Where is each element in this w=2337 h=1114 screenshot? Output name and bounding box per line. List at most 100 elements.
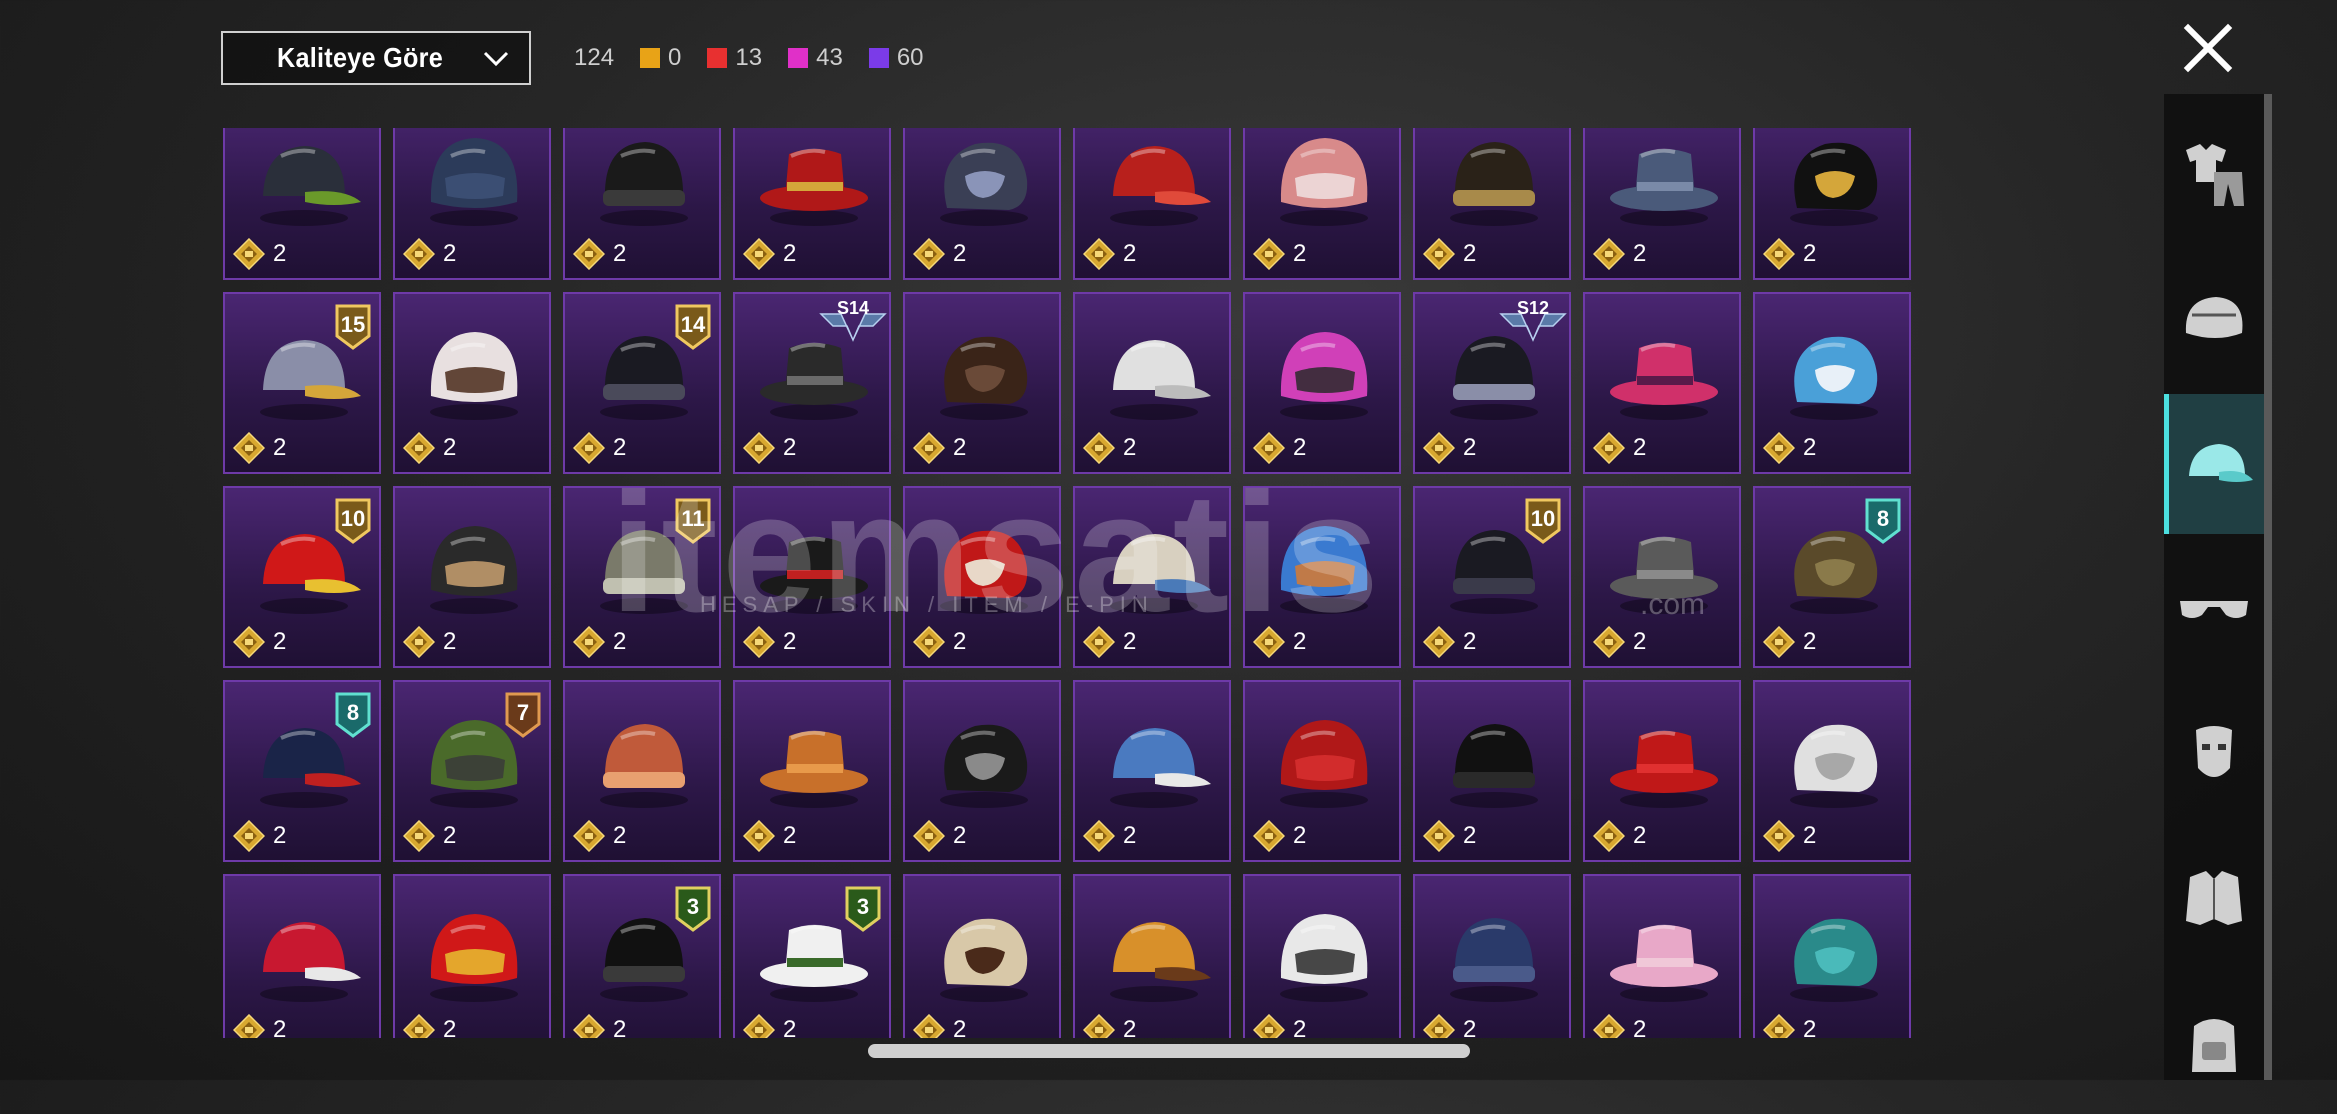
bp-coin-icon — [1763, 432, 1795, 464]
inventory-item[interactable]: 2 — [1073, 292, 1231, 474]
item-quantity: 2 — [913, 238, 966, 270]
inventory-item[interactable]: 10 2 — [1413, 486, 1571, 668]
item-quantity-value: 2 — [783, 434, 797, 461]
inventory-item[interactable]: 2 — [1753, 292, 1911, 474]
inventory-item[interactable]: 2 — [1243, 486, 1401, 668]
tier-swatch — [640, 48, 661, 68]
rail-tab-backpack[interactable] — [2164, 974, 2264, 1114]
horned-helmet-icon — [940, 142, 1028, 226]
inventory-item[interactable]: 15 2 — [223, 292, 381, 474]
bp-coin-icon — [1763, 238, 1795, 270]
inventory-item[interactable]: S12 2 — [1413, 292, 1571, 474]
item-quantity-value: 2 — [1293, 1016, 1307, 1038]
inventory-item[interactable]: 2 — [1583, 680, 1741, 862]
inventory-item[interactable]: 2 — [563, 128, 721, 280]
level-badge: 8 — [335, 692, 371, 738]
bp-coin-icon — [233, 820, 265, 852]
inventory-item[interactable]: 2 — [1413, 128, 1571, 280]
inventory-item[interactable]: 2 — [223, 128, 381, 280]
inventory-item[interactable]: 14 2 — [563, 292, 721, 474]
inventory-item[interactable]: 2 — [1583, 128, 1741, 280]
bp-coin-icon — [403, 238, 435, 270]
watermark-tagline: HESAP / SKIN / ITEM / E-PIN — [700, 592, 1154, 617]
inventory-item[interactable]: 2 — [1073, 874, 1231, 1038]
inventory-grid-viewport[interactable]: 2 2 2 2 2 2 2 2 2 2 15 2 2 14 2 S14 2 2 2 2 S12 2 2 2 10 2 2 11 2 2 2 2… — [223, 128, 1913, 1038]
inventory-item[interactable]: 2 — [903, 292, 1061, 474]
inventory-item[interactable]: 32 — [563, 874, 721, 1038]
sort-dropdown[interactable]: Kaliteye Göre — [221, 31, 531, 85]
inventory-item[interactable]: 2 — [1753, 128, 1911, 280]
inventory-item[interactable]: 2 — [1073, 128, 1231, 280]
blue-pearl-hat-icon — [1790, 336, 1878, 420]
inventory-item[interactable]: 2 — [1243, 292, 1401, 474]
inventory-item[interactable]: 10 2 — [223, 486, 381, 668]
inventory-item[interactable]: 11 2 — [563, 486, 721, 668]
inventory-item[interactable]: 2 — [393, 874, 551, 1038]
item-quantity-value: 2 — [1803, 628, 1817, 655]
level-badge: 10 — [335, 498, 371, 544]
inventory-item[interactable]: 2 — [1243, 128, 1401, 280]
item-quantity-value: 2 — [613, 240, 627, 267]
inventory-item[interactable]: 2 — [1753, 680, 1911, 862]
inventory-item[interactable]: 2 — [393, 128, 551, 280]
inventory-item[interactable]: 2 — [733, 128, 891, 280]
inventory-item[interactable]: S14 2 — [733, 292, 891, 474]
inventory-item[interactable]: 2 — [1413, 680, 1571, 862]
inventory-item[interactable]: 2 — [1413, 874, 1571, 1038]
inventory-item[interactable]: 2 — [223, 874, 381, 1038]
inventory-item[interactable]: 2 — [1073, 680, 1231, 862]
item-quantity-value: 2 — [443, 628, 457, 655]
inventory-item[interactable]: 2 — [563, 680, 721, 862]
rail-tab-cap[interactable] — [2164, 394, 2264, 534]
inventory-item[interactable]: 2 — [903, 680, 1061, 862]
striped-beanie-icon — [1280, 138, 1368, 226]
bp-coin-icon — [573, 1014, 605, 1038]
bp-coin-icon — [1083, 626, 1115, 658]
inventory-item[interactable]: 2 — [903, 486, 1061, 668]
bp-coin-icon — [1593, 238, 1625, 270]
item-quantity: 2 — [1083, 626, 1136, 658]
inventory-item[interactable]: 2 — [903, 128, 1061, 280]
horizontal-scrollbar[interactable] — [868, 1044, 1470, 1058]
bp-coin-icon — [403, 626, 435, 658]
inventory-item[interactable]: 82 — [223, 680, 381, 862]
level-badge: 11 — [675, 498, 711, 544]
rail-tab-helmet[interactable] — [2164, 249, 2264, 389]
rail-tab-mask[interactable] — [2164, 684, 2264, 824]
item-quantity: 2 — [1083, 238, 1136, 270]
black-leather-cap-icon — [600, 142, 688, 226]
watermark-suffix: .com — [1640, 588, 1706, 621]
inventory-item[interactable]: 2 — [733, 486, 891, 668]
inventory-item[interactable]: 2 — [393, 292, 551, 474]
inventory-item[interactable]: 2 — [733, 680, 891, 862]
mask-icon — [2196, 726, 2232, 777]
inventory-item[interactable]: 2 — [1583, 486, 1741, 668]
close-icon[interactable] — [2180, 20, 2236, 76]
item-quantity: 2 — [1593, 820, 1646, 852]
inventory-item[interactable]: 2 — [1243, 874, 1401, 1038]
brown-top-hat-icon — [940, 336, 1028, 420]
inventory-item[interactable]: 2 — [393, 486, 551, 668]
rail-tab-glasses[interactable] — [2164, 539, 2264, 679]
pink-spiked-helmet-icon — [1280, 332, 1368, 420]
item-quantity: 2 — [913, 626, 966, 658]
bp-coin-icon — [1763, 626, 1795, 658]
item-quantity-value: 2 — [783, 628, 797, 655]
item-quantity: 2 — [1593, 238, 1646, 270]
bp-coin-icon — [1593, 820, 1625, 852]
tier-count-value: 0 — [668, 44, 682, 71]
rail-tab-outfit[interactable] — [2164, 104, 2264, 244]
item-quantity-value: 2 — [1123, 1016, 1137, 1038]
inventory-item[interactable]: 2 — [1583, 292, 1741, 474]
inventory-item[interactable]: 72 — [393, 680, 551, 862]
bp-coin-icon — [1593, 1014, 1625, 1038]
inventory-item[interactable]: 2 — [903, 874, 1061, 1038]
inventory-item[interactable]: 2 — [1243, 680, 1401, 862]
inventory-item[interactable]: 2 — [1583, 874, 1741, 1038]
inventory-item[interactable]: 82 — [1753, 486, 1911, 668]
item-quantity: 2 — [1763, 820, 1816, 852]
inventory-item[interactable]: 32 — [733, 874, 891, 1038]
inventory-item[interactable]: 2 — [1753, 874, 1911, 1038]
inventory-item[interactable]: 2 — [1073, 486, 1231, 668]
rail-tab-jacket[interactable] — [2164, 829, 2264, 969]
